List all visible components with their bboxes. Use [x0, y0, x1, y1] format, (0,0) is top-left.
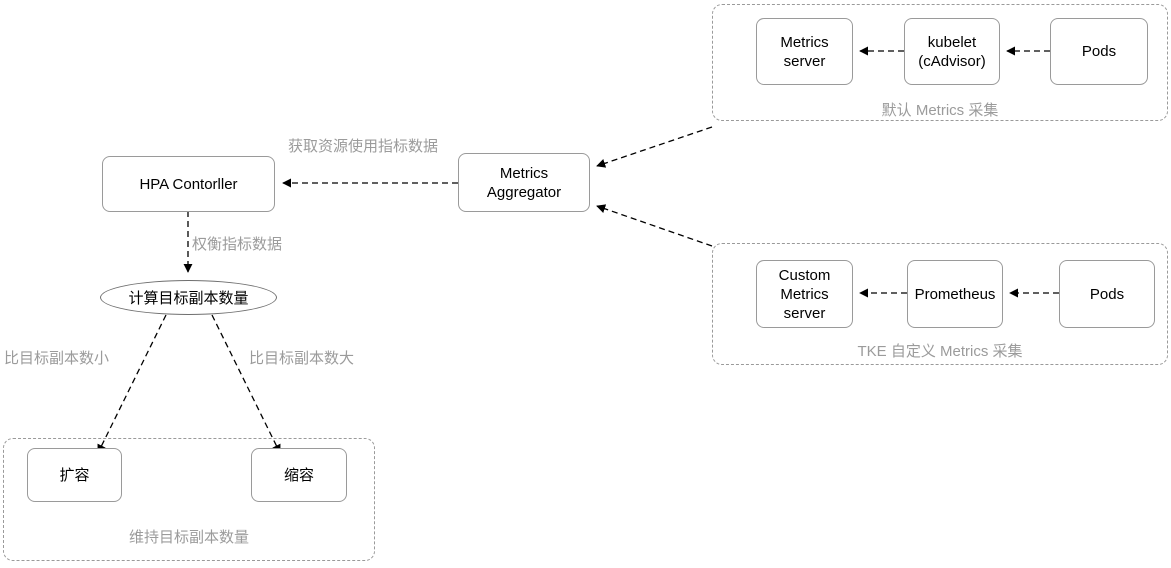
node-pods-default[interactable]: Pods	[1050, 18, 1148, 85]
node-metrics-aggregator[interactable]: Metrics Aggregator	[458, 153, 590, 212]
group-tke-custom-metrics-label: TKE 自定义 Metrics 采集	[857, 343, 1023, 360]
node-pods-custom[interactable]: Pods	[1059, 260, 1155, 328]
group-maintain-replicas-label: 维持目标副本数量	[128, 529, 249, 546]
edge-label-less-than-target: 比目标副本数小	[4, 350, 110, 367]
diagram-canvas: 默认 Metrics 采集 TKE 自定义 Metrics 采集 维持目标副本数…	[0, 0, 1171, 568]
edge-label-greater-than-target: 比目标副本数大	[249, 350, 355, 367]
group-default-metrics-label: 默认 Metrics 采集	[881, 102, 999, 119]
node-kubelet-cadvisor[interactable]: kubelet (cAdvisor)	[904, 18, 1000, 85]
node-scale-down[interactable]: 缩容	[251, 448, 347, 502]
node-prometheus[interactable]: Prometheus	[907, 260, 1003, 328]
node-hpa-controller[interactable]: HPA Contorller	[102, 156, 275, 212]
node-compute-target-replicas[interactable]: 计算目标副本数量	[100, 280, 277, 315]
node-scale-up[interactable]: 扩容	[27, 448, 122, 502]
node-metrics-server[interactable]: Metrics server	[756, 18, 853, 85]
node-custom-metrics-server[interactable]: Custom Metrics server	[756, 260, 853, 328]
edge-label-weigh-metrics: 权衡指标数据	[192, 236, 283, 253]
edge-label-fetch-resource-metrics: 获取资源使用指标数据	[288, 138, 439, 155]
